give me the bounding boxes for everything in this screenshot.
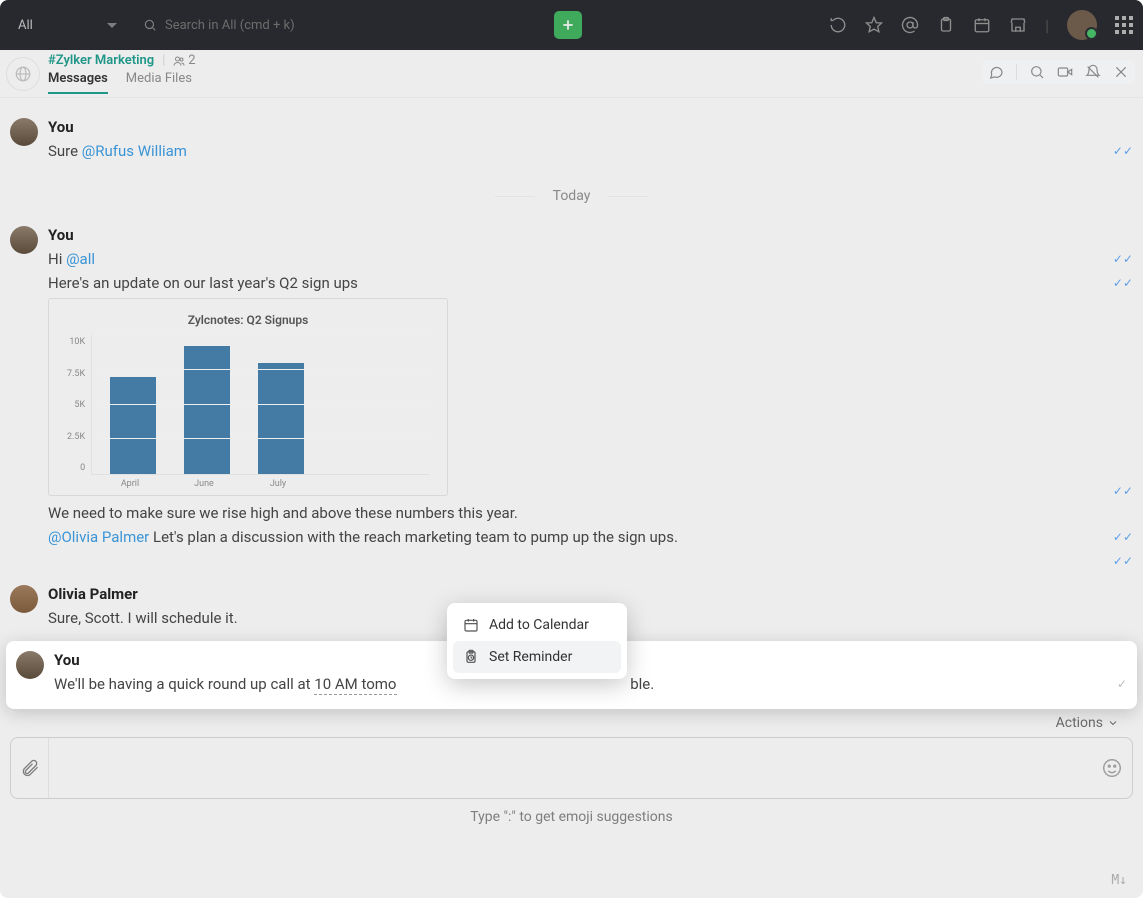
channel-avatar[interactable] xyxy=(6,57,40,91)
chat-icon[interactable] xyxy=(988,64,1004,80)
global-search[interactable] xyxy=(133,8,548,42)
reminder-icon xyxy=(463,649,479,665)
date-separator: Today xyxy=(10,188,1133,204)
avatar[interactable] xyxy=(16,651,44,679)
chart-bar xyxy=(110,377,156,474)
search-icon xyxy=(143,18,157,32)
chart-bar xyxy=(258,363,304,474)
message-row: You Sure @Rufus William ✓✓ xyxy=(10,110,1133,174)
scope-filter-dropdown[interactable]: All xyxy=(10,18,125,33)
channel-actions xyxy=(982,60,1135,84)
search-input[interactable] xyxy=(165,18,538,33)
divider: | xyxy=(1045,16,1049,35)
channel-header: #Zylker Marketing | 2 Messages Media Fil… xyxy=(0,50,1143,98)
message-list: You Sure @Rufus William ✓✓ Today You Hi … xyxy=(0,98,1143,731)
emoji-button[interactable] xyxy=(1092,757,1132,779)
close-icon[interactable] xyxy=(1113,64,1129,80)
apps-grid-icon[interactable] xyxy=(1115,16,1133,34)
read-receipt-icon: ✓✓ xyxy=(1113,276,1133,290)
popover-set-reminder[interactable]: Set Reminder xyxy=(453,641,621,673)
message-author: Olivia Palmer xyxy=(48,585,1133,603)
read-receipt-icon: ✓✓ xyxy=(1113,484,1133,498)
clipboard-icon[interactable] xyxy=(937,16,955,34)
composer-input[interactable] xyxy=(49,759,1092,777)
avatar[interactable] xyxy=(10,585,38,613)
chart-x-axis: AprilJuneJuly xyxy=(67,479,429,489)
paperclip-icon xyxy=(20,758,40,778)
store-icon[interactable] xyxy=(1009,16,1027,34)
topbar: All | xyxy=(0,0,1143,50)
read-receipt-icon: ✓✓ xyxy=(1113,144,1133,158)
new-button[interactable] xyxy=(554,11,582,39)
chart-plot-area xyxy=(91,335,429,475)
message-actions-toggle[interactable]: Actions xyxy=(10,709,1133,731)
channel-name[interactable]: #Zylker Marketing xyxy=(48,53,154,68)
markdown-icon[interactable]: M↓ xyxy=(1111,873,1127,888)
chevron-down-icon xyxy=(1107,717,1119,729)
attach-button[interactable] xyxy=(11,738,49,798)
read-receipt-icon: ✓✓ xyxy=(1113,554,1133,568)
time-action-popover: Add to Calendar Set Reminder xyxy=(447,603,627,679)
message-composer xyxy=(10,737,1133,799)
avatar[interactable] xyxy=(10,118,38,146)
chart-title: Zylcnotes: Q2 Signups xyxy=(67,313,429,327)
mute-bell-icon[interactable] xyxy=(1085,64,1101,80)
people-icon xyxy=(173,55,185,67)
emoji-icon xyxy=(1101,757,1123,779)
read-receipt-icon: ✓✓ xyxy=(1113,530,1133,544)
message-author: You xyxy=(48,118,1133,136)
scope-filter-label: All xyxy=(18,18,33,33)
topbar-icons: | xyxy=(829,10,1133,40)
emoji-hint: Type ":" to get emoji suggestions xyxy=(0,799,1143,833)
mentions-icon[interactable] xyxy=(901,16,919,34)
video-icon[interactable] xyxy=(1057,64,1073,80)
avatar[interactable] xyxy=(10,226,38,254)
channel-member-count[interactable]: 2 xyxy=(173,53,195,68)
plus-icon xyxy=(561,18,575,32)
search-channel-icon[interactable] xyxy=(1029,64,1045,80)
mention[interactable]: @Olivia Palmer xyxy=(48,528,149,546)
chart-attachment[interactable]: Zylcnotes: Q2 Signups 10K7.5K5K2.5K0 Apr… xyxy=(48,298,448,496)
sent-receipt-icon: ✓ xyxy=(1117,677,1127,691)
tab-messages[interactable]: Messages xyxy=(48,71,108,94)
popover-add-to-calendar[interactable]: Add to Calendar xyxy=(453,609,621,641)
message-author: You xyxy=(48,226,1133,244)
history-icon[interactable] xyxy=(829,16,847,34)
globe-icon xyxy=(14,65,32,83)
mention[interactable]: @Rufus William xyxy=(82,142,187,160)
star-icon[interactable] xyxy=(865,16,883,34)
calendar-icon[interactable] xyxy=(973,16,991,34)
calendar-icon xyxy=(463,617,479,633)
chart-y-axis: 10K7.5K5K2.5K0 xyxy=(67,335,91,475)
chart-bar xyxy=(184,346,230,474)
tab-media-files[interactable]: Media Files xyxy=(126,71,192,94)
message-row: You Hi @all✓✓ Here's an update on our la… xyxy=(10,218,1133,577)
chevron-down-icon xyxy=(107,23,117,28)
separator: | xyxy=(162,53,165,68)
mention[interactable]: @all xyxy=(66,250,95,268)
smart-time-token[interactable]: 10 AM tomo xyxy=(314,675,396,695)
read-receipt-icon: ✓✓ xyxy=(1113,252,1133,266)
profile-avatar[interactable] xyxy=(1067,10,1097,40)
message-row-highlighted: You We'll be having a quick round up cal… xyxy=(6,641,1137,709)
